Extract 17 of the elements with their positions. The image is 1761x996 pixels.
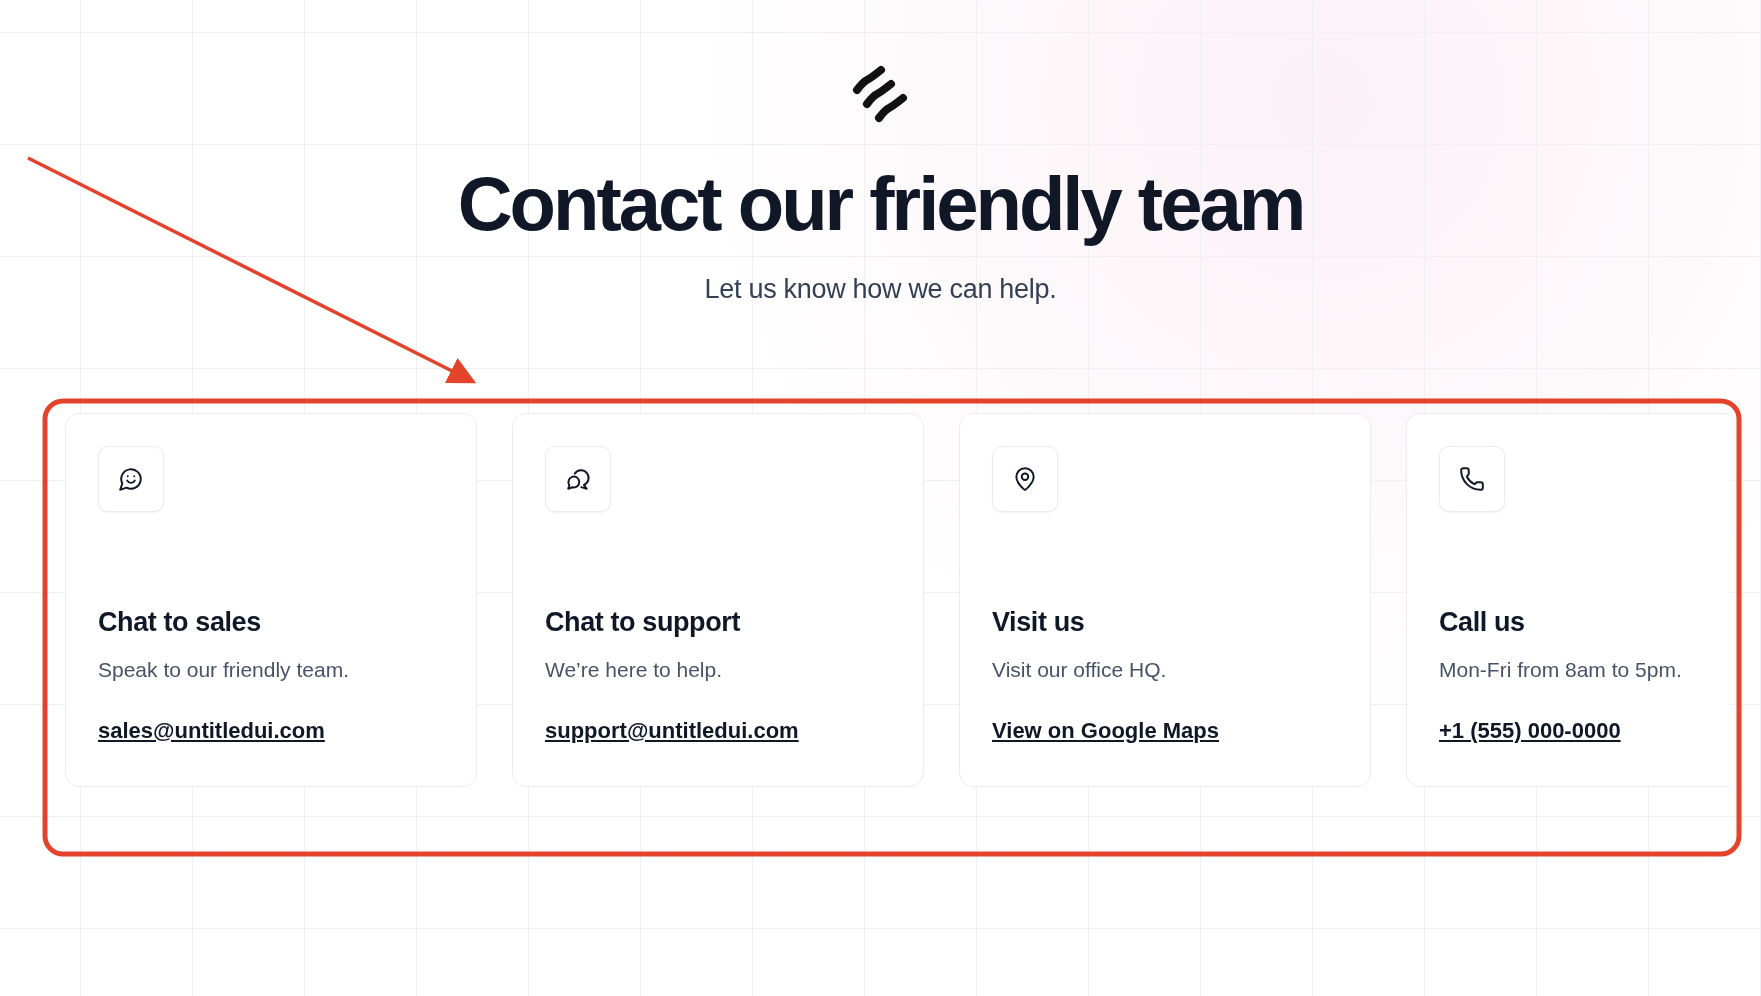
map-pin-icon: [1012, 465, 1038, 492]
card-title: Chat to support: [545, 606, 740, 638]
card-description: We’re here to help.: [545, 657, 723, 682]
card-title: Call us: [1439, 606, 1525, 638]
phone-icon: [1459, 465, 1485, 492]
contact-link[interactable]: support@untitledui.com: [545, 717, 799, 744]
card-description: Speak to our friendly team.: [98, 657, 349, 682]
card-description: Mon-Fri from 8am to 5pm.: [1439, 657, 1682, 682]
page-subtitle: Let us know how we can help.: [704, 273, 1057, 305]
card-title: Chat to sales: [98, 606, 261, 638]
contact-link[interactable]: sales@untitledui.com: [98, 717, 325, 744]
contact-link[interactable]: +1 (555) 000-0000: [1439, 717, 1621, 744]
contact-link[interactable]: View on Google Maps: [992, 717, 1219, 744]
page-title: Contact our friendly team: [457, 162, 1304, 246]
card-title: Visit us: [992, 606, 1085, 638]
card-description: Visit our office HQ.: [992, 657, 1167, 682]
smiling-chat-bubble-icon: [118, 465, 144, 492]
